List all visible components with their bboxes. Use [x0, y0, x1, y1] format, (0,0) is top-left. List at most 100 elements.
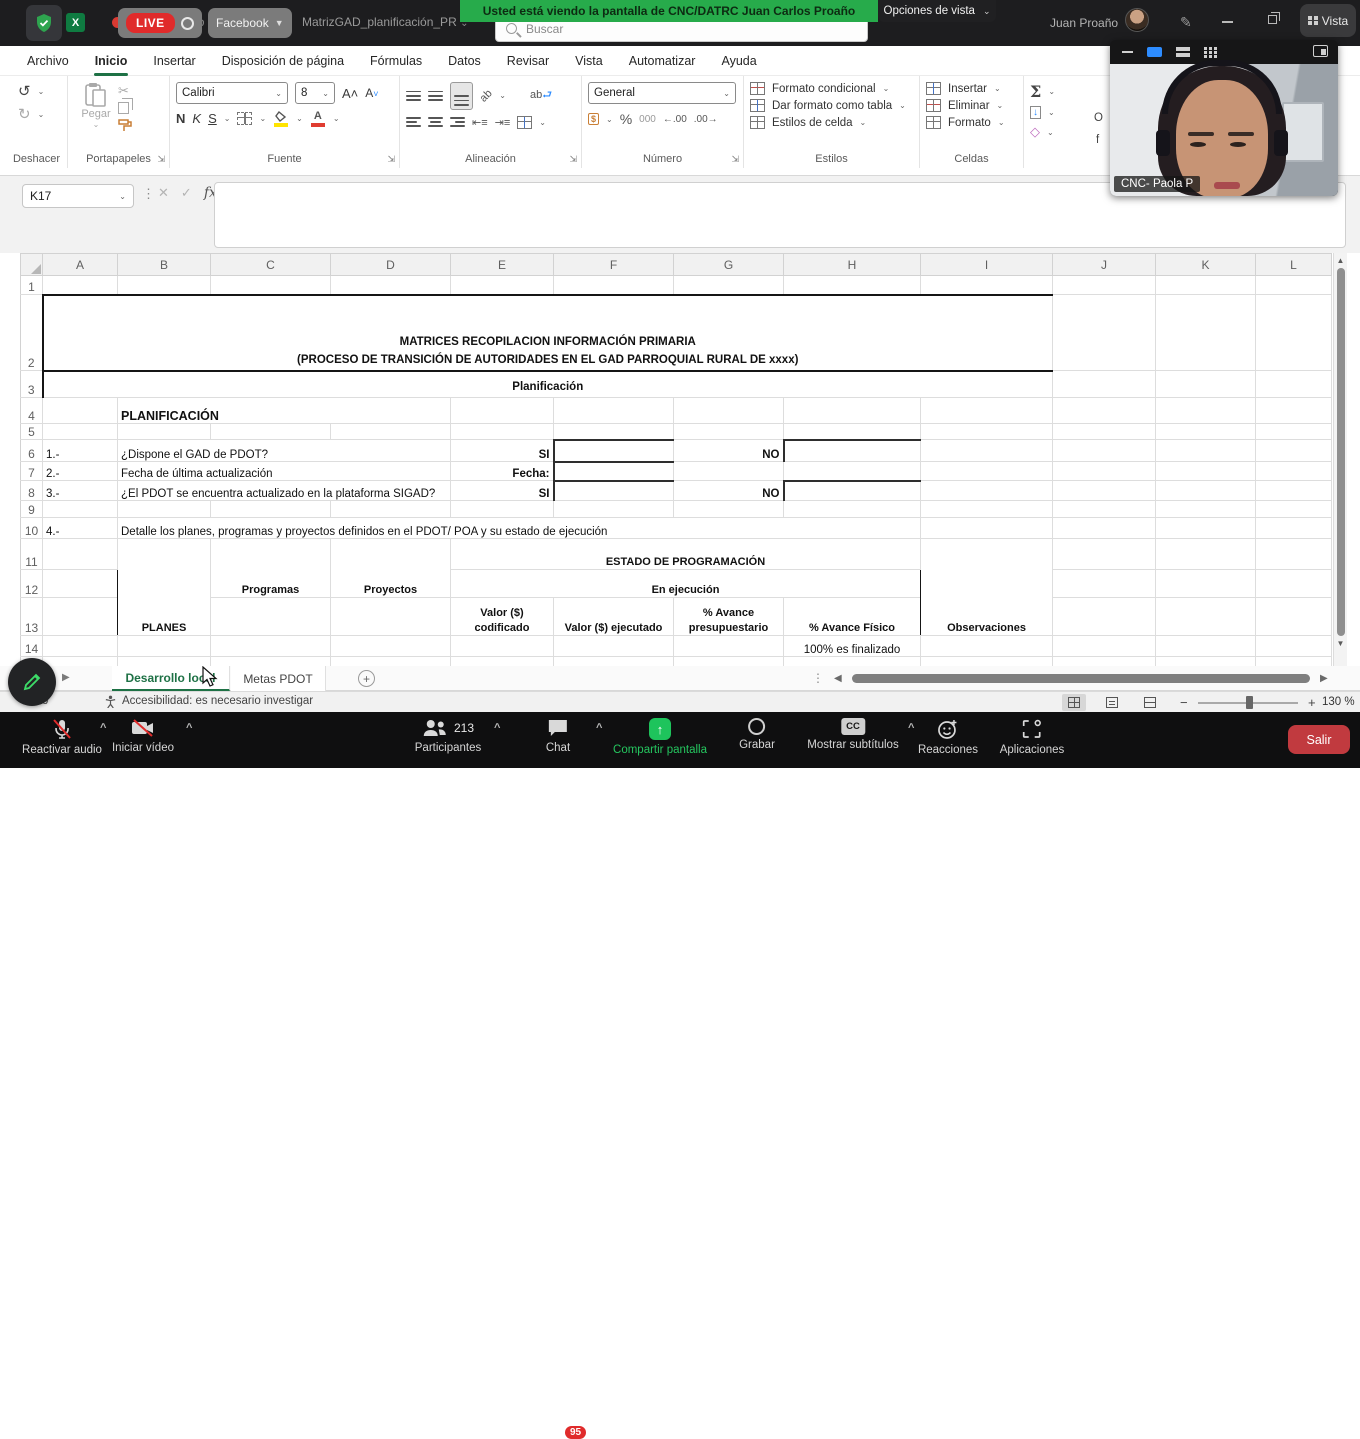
grid-cell[interactable]: [784, 657, 921, 667]
answer-box-si[interactable]: [554, 440, 674, 462]
table-cell[interactable]: [554, 636, 674, 657]
table-header-estado[interactable]: ESTADO DE PROGRAMACIÓN: [451, 539, 921, 570]
grid-cell[interactable]: [1053, 462, 1156, 481]
grid-cell[interactable]: [451, 424, 554, 440]
grid-cell[interactable]: [1156, 501, 1256, 518]
zoom-slider-thumb[interactable]: [1246, 696, 1253, 709]
grid-cell[interactable]: [784, 501, 921, 518]
table-cell[interactable]: [211, 636, 331, 657]
grid-cell[interactable]: [1256, 501, 1332, 518]
scroll-right-icon[interactable]: ▶: [1320, 673, 1328, 684]
question-text[interactable]: Detalle los planes, programas y proyecto…: [118, 518, 921, 539]
grid-cell[interactable]: [1156, 440, 1256, 462]
table-cell[interactable]: [921, 636, 1053, 657]
delete-cells-button[interactable]: Eliminar⌄: [926, 99, 1017, 112]
grid-cell[interactable]: [921, 440, 1053, 462]
grid-cell[interactable]: [43, 657, 118, 667]
grid-cell[interactable]: [1256, 371, 1332, 398]
underline-dropdown[interactable]: ⌄: [224, 114, 231, 123]
align-top-icon[interactable]: [406, 91, 421, 101]
normal-view-button[interactable]: [1062, 694, 1086, 711]
comma-style-icon[interactable]: 000: [639, 114, 656, 125]
grid-cell[interactable]: [1256, 398, 1332, 424]
tab-ayuda[interactable]: Ayuda: [708, 46, 769, 76]
row-header[interactable]: 5: [21, 424, 43, 440]
grid-cell[interactable]: [921, 424, 1053, 440]
table-cell[interactable]: [118, 636, 211, 657]
grid-cell[interactable]: [1053, 518, 1156, 539]
grid-cell[interactable]: [1256, 481, 1332, 501]
reactions-button[interactable]: Reacciones: [918, 718, 978, 756]
grid-cell[interactable]: [331, 424, 451, 440]
align-right-icon[interactable]: [450, 117, 465, 127]
grid-cell[interactable]: [1053, 424, 1156, 440]
format-cells-button[interactable]: Formato⌄: [926, 116, 1017, 129]
gallery-view-icon[interactable]: [1204, 47, 1217, 58]
grid-cell[interactable]: [1156, 371, 1256, 398]
participants-button[interactable]: 213 Participantes: [415, 718, 481, 754]
question-number[interactable]: 4.-: [43, 518, 118, 539]
grid-cell[interactable]: [1053, 295, 1156, 371]
grid-cell[interactable]: [43, 539, 118, 570]
cell-styles-button[interactable]: Estilos de celda⌄: [750, 116, 913, 129]
align-center-icon[interactable]: [428, 117, 443, 127]
answer-box-no[interactable]: [784, 440, 921, 462]
col-header-c[interactable]: C: [211, 254, 331, 276]
row-header[interactable]: 9: [21, 501, 43, 518]
grid-cell[interactable]: [118, 501, 211, 518]
col-header-i[interactable]: I: [921, 254, 1053, 276]
underline-button[interactable]: S: [208, 111, 217, 126]
account-avatar[interactable]: [1125, 8, 1149, 32]
col-header-k[interactable]: K: [1156, 254, 1256, 276]
dialog-launcher-icon[interactable]: ⇲: [387, 154, 395, 165]
row-header[interactable]: 12: [21, 570, 43, 598]
wrap-text-icon[interactable]: ab⮐: [530, 86, 552, 105]
question-number[interactable]: 2.-: [43, 462, 118, 481]
col-header-l[interactable]: L: [1256, 254, 1332, 276]
minimize-video-icon[interactable]: [1122, 51, 1133, 53]
row-header[interactable]: 1: [21, 276, 43, 295]
tab-insertar[interactable]: Insertar: [140, 46, 208, 76]
question-text[interactable]: ¿Dispone el GAD de PDOT?: [118, 440, 451, 462]
matrix-title-cell[interactable]: MATRICES RECOPILACION INFORMACIÓN PRIMAR…: [43, 295, 1053, 371]
apps-button[interactable]: Aplicaciones: [1000, 718, 1065, 756]
grid-cell[interactable]: [784, 398, 921, 424]
scroll-up-icon[interactable]: ▲: [1334, 256, 1347, 265]
grid-cell[interactable]: [674, 657, 784, 667]
answer-box-fecha[interactable]: [554, 462, 674, 481]
col-header-a[interactable]: A: [43, 254, 118, 276]
tab-formulas[interactable]: Fórmulas: [357, 46, 435, 76]
scrollbar-grip[interactable]: ⋮: [812, 671, 824, 685]
grid-cell[interactable]: [331, 657, 451, 667]
grid-cell[interactable]: [1256, 636, 1332, 657]
conditional-formatting-button[interactable]: Formato condicional⌄: [750, 82, 913, 95]
fill-color-icon[interactable]: [273, 111, 289, 127]
grid-cell[interactable]: [1053, 440, 1156, 462]
table-cell[interactable]: [674, 636, 784, 657]
table-header-avance-fisico[interactable]: % Avance Físico: [784, 598, 921, 636]
grid-cell[interactable]: [1256, 424, 1332, 440]
grid-cell[interactable]: [118, 657, 211, 667]
record-button[interactable]: Grabar: [739, 718, 775, 751]
row-header[interactable]: 4: [21, 398, 43, 424]
row-header[interactable]: 6: [21, 440, 43, 462]
table-header-observaciones[interactable]: Observaciones: [921, 539, 1053, 636]
grid-cell[interactable]: [1053, 539, 1156, 570]
grid-cell[interactable]: [43, 501, 118, 518]
col-header-e[interactable]: E: [451, 254, 554, 276]
undo-dropdown[interactable]: ⌄: [38, 87, 45, 96]
table-header-avance-presupuestario[interactable]: % Avance presupuestario: [674, 598, 784, 636]
tab-datos[interactable]: Datos: [435, 46, 494, 76]
col-header-j[interactable]: J: [1053, 254, 1156, 276]
start-video-button[interactable]: Iniciar vídeo: [112, 718, 174, 754]
grid-cell[interactable]: [1156, 539, 1256, 570]
copy-icon[interactable]: [118, 102, 129, 114]
decrease-indent-icon[interactable]: ⇤≡: [472, 116, 488, 129]
sheet-tab-metas-pdot[interactable]: Metas PDOT: [231, 666, 326, 691]
grid-cell[interactable]: [1256, 598, 1332, 636]
format-as-table-button[interactable]: Dar formato como tabla⌄: [750, 99, 913, 112]
grid-cell[interactable]: [211, 276, 331, 295]
answer-box-si[interactable]: [554, 481, 674, 501]
col-header-d[interactable]: D: [331, 254, 451, 276]
redo-icon[interactable]: ↻: [18, 107, 31, 122]
